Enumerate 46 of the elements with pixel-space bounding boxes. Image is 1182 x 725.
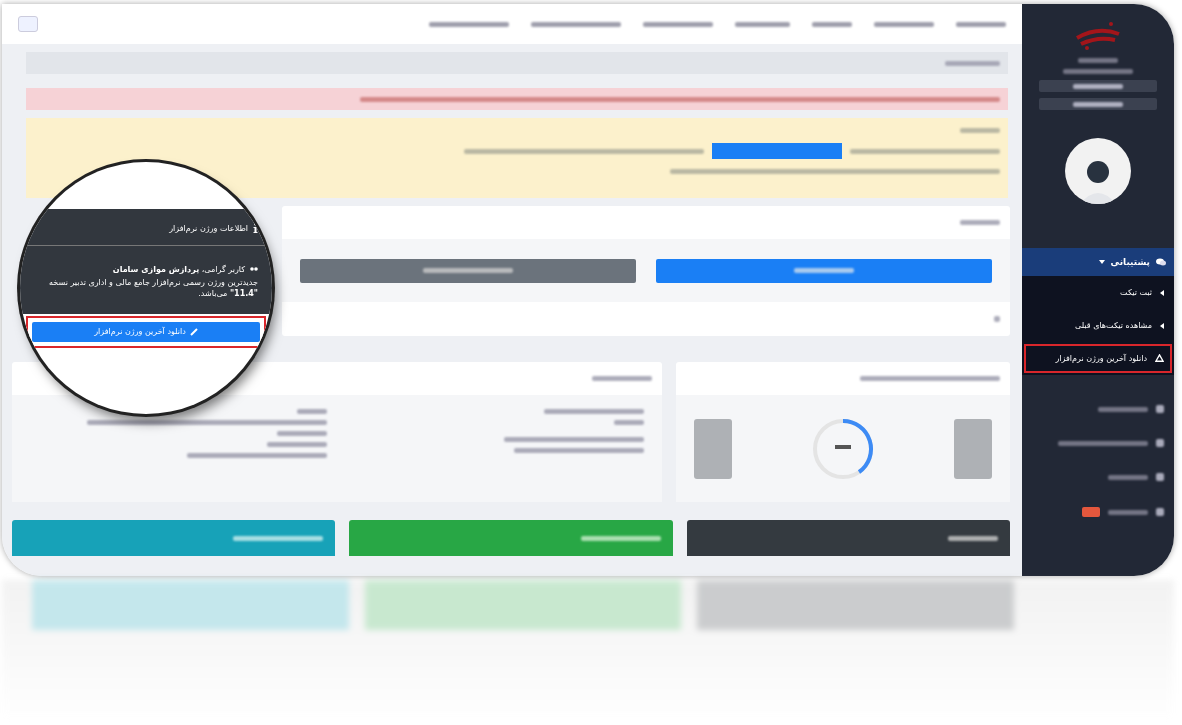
blurred-text — [643, 21, 713, 27]
next-button[interactable] — [954, 418, 992, 479]
blurred-text — [1108, 474, 1148, 480]
menu-section[interactable]: پشتیبانی — [1022, 248, 1174, 276]
greeting-text: کاربر گرامی، پردازش موازی سامان — [112, 264, 245, 276]
blurred-text — [1156, 508, 1164, 516]
blurred-text — [945, 60, 1000, 66]
blurred-text — [735, 21, 790, 27]
blurred-text — [267, 442, 328, 447]
card-title: اطلاعات ورژن نرم‌افزار — [169, 223, 248, 233]
menu-item[interactable]: ثبت تیکت — [1022, 276, 1174, 309]
caret-icon — [1160, 289, 1164, 296]
blurred-text — [1078, 58, 1118, 63]
blurred-text — [1073, 83, 1123, 89]
blurred-text — [1156, 473, 1164, 481]
blurred-text — [960, 220, 1000, 225]
blurred-text — [812, 21, 852, 27]
previous-button[interactable] — [694, 418, 733, 479]
blurred-text — [948, 535, 998, 541]
blurred-text — [592, 376, 653, 381]
tickets-button[interactable] — [300, 258, 636, 283]
blurred-text — [874, 21, 934, 27]
blurred-text — [1156, 439, 1164, 447]
blurred-text — [794, 268, 854, 273]
blurred-text — [1156, 405, 1164, 413]
blurred-text — [614, 420, 645, 425]
chat-icon — [1156, 258, 1166, 266]
alert-link[interactable] — [712, 143, 842, 159]
menu-item[interactable]: مشاهده تیکت‌های قبلی — [1022, 309, 1174, 342]
progress-ring-drawing — [811, 416, 876, 481]
blurred-text — [277, 431, 328, 436]
blurred-text — [1108, 509, 1148, 515]
blurred-text — [297, 409, 328, 414]
toggle-icon[interactable] — [18, 16, 38, 32]
blurred-text — [956, 21, 1006, 27]
blurred-text — [1098, 406, 1148, 412]
caret-icon — [1160, 322, 1164, 329]
quote-icon — [250, 266, 258, 273]
blurred-text — [994, 316, 1000, 322]
download-button[interactable]: دانلود آخرین ورژن نرم‌افزار — [32, 321, 260, 342]
blurred-text — [960, 128, 1000, 133]
blurred-text — [1063, 69, 1133, 74]
badge — [1082, 507, 1100, 517]
menu-item[interactable]: دانلود آخرین ورژن نرم‌افزار — [1022, 342, 1174, 375]
blurred-text — [1073, 101, 1123, 107]
new-ticket-button[interactable] — [656, 258, 992, 283]
